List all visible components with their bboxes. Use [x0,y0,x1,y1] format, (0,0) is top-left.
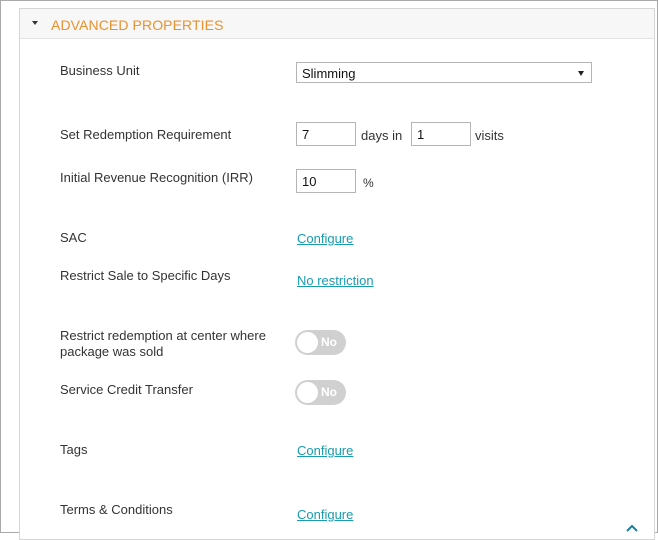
business-unit-label: Business Unit [60,63,140,78]
caret-down-icon[interactable] [32,21,38,25]
toggle-state-label: No [321,335,337,349]
business-unit-select[interactable]: Slimming [296,62,592,83]
terms-configure-link[interactable]: Configure [297,507,353,522]
restrict-days-label: Restrict Sale to Specific Days [60,268,231,283]
no-restriction-link[interactable]: No restriction [297,273,374,288]
tags-configure-link[interactable]: Configure [297,443,353,458]
irr-input[interactable] [296,169,356,193]
restrict-center-toggle[interactable]: No [295,330,346,355]
business-unit-selected-value: Slimming [302,66,356,81]
restrict-center-label-line2: package was sold [60,344,164,359]
irr-percent-unit: % [363,176,374,190]
tags-label: Tags [60,442,88,457]
panel-title: ADVANCED PROPERTIES [51,17,224,33]
credit-transfer-toggle[interactable]: No [295,380,346,405]
sac-configure-link[interactable]: Configure [297,231,353,246]
redemption-requirement-label: Set Redemption Requirement [60,127,232,142]
terms-label: Terms & Conditions [60,502,173,517]
redemption-days-input[interactable] [296,122,356,146]
redemption-visits-input[interactable] [411,122,471,146]
restrict-center-label-line1: Restrict redemption at center where [60,328,266,343]
sac-label: SAC [60,230,87,245]
toggle-state-label: No [321,385,337,399]
scroll-up-chevron-icon[interactable] [625,524,639,533]
dropdown-arrow-icon [578,71,584,76]
toggle-knob [297,332,318,353]
panel-header[interactable]: ADVANCED PROPERTIES [20,9,654,39]
visits-text: visits [475,128,504,143]
days-in-text: days in [361,128,403,143]
irr-label: Initial Revenue Recognition (IRR) [60,170,253,185]
credit-transfer-label: Service Credit Transfer [60,382,193,397]
toggle-knob [297,382,318,403]
